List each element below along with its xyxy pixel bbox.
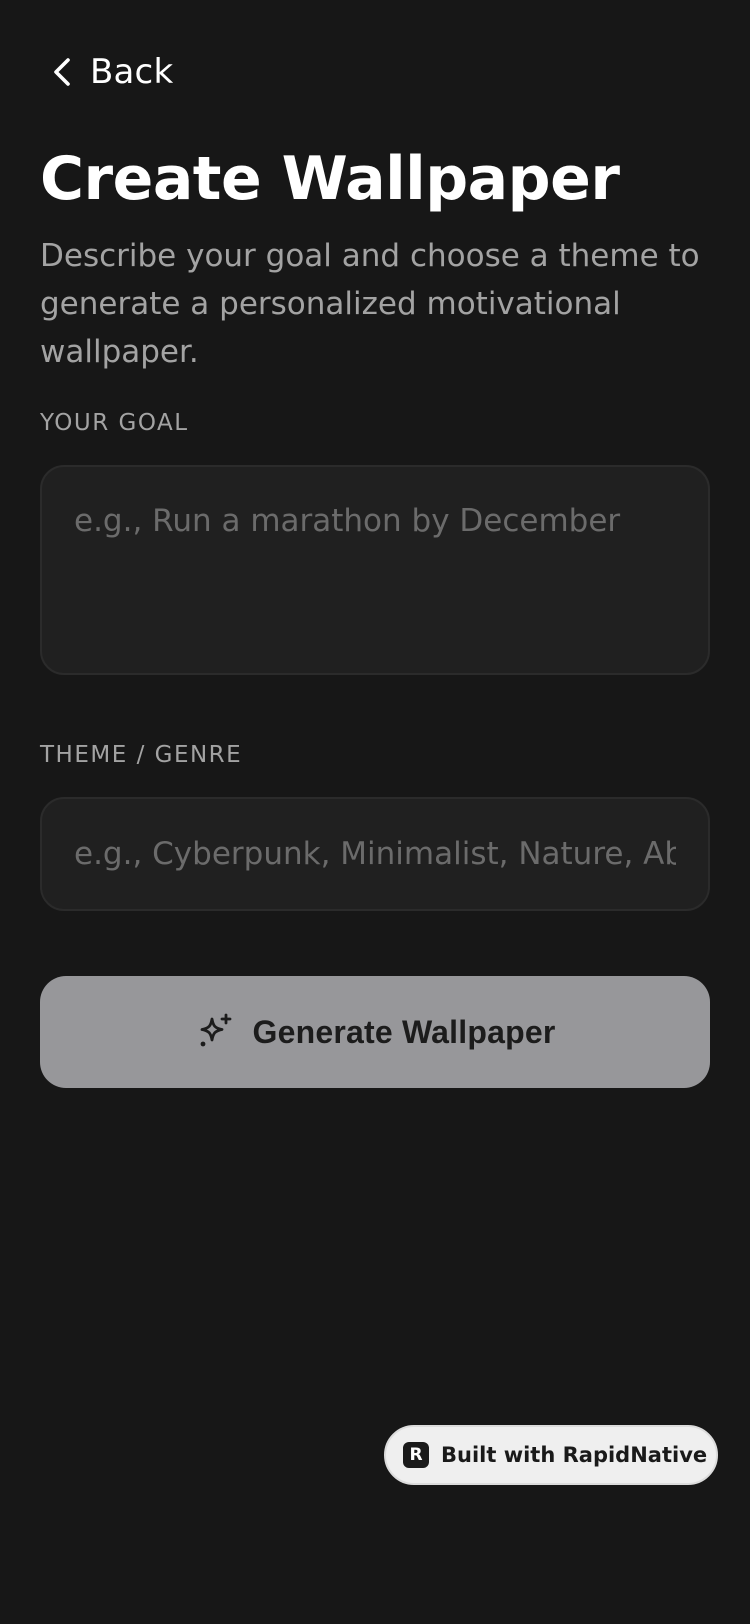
page-description: Describe your goal and choose a theme to… — [40, 238, 700, 370]
chevron-left-icon — [48, 58, 76, 86]
goal-input[interactable] — [40, 465, 710, 675]
goal-label: YOUR GOAL — [40, 410, 189, 436]
back-label: Back — [90, 52, 174, 92]
sparkles-icon — [195, 1012, 235, 1052]
generate-label: Generate Wallpaper — [252, 1013, 556, 1050]
badge-label: Built with RapidNative — [441, 1443, 708, 1467]
theme-input[interactable] — [40, 797, 710, 911]
rapidnative-logo-icon: R — [403, 1442, 429, 1468]
theme-label: THEME / GENRE — [40, 742, 243, 768]
built-with-badge[interactable]: R Built with RapidNative — [384, 1425, 718, 1485]
back-button[interactable]: Back — [48, 48, 173, 96]
page-title: Create Wallpaper — [40, 144, 620, 214]
generate-wallpaper-button[interactable]: Generate Wallpaper — [40, 976, 710, 1088]
